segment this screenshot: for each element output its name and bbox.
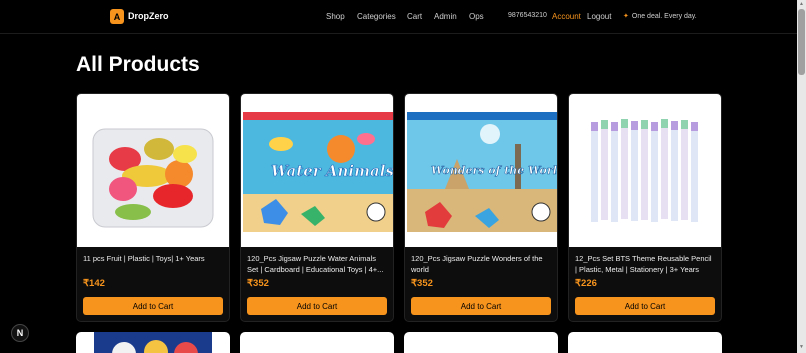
product-card[interactable]: Wonders of the World 120_Pcs Jigsaw Puzz… (404, 93, 558, 322)
nav-admin[interactable]: Admin (434, 12, 457, 21)
deal-tagline: ✦ One deal. Every day. (623, 12, 697, 20)
page-title: All Products (76, 53, 200, 76)
product-card[interactable]: 12_Pcs Set BTS Theme Reusable Pencil | P… (568, 93, 722, 322)
product-image[interactable]: Water Animals (241, 94, 394, 247)
product-name[interactable]: 11 pcs Fruit | Plastic | Toys| 1+ Years (83, 253, 223, 275)
add-to-cart-button[interactable]: Add to Cart (83, 297, 223, 315)
product-price: ₹142 (83, 278, 105, 289)
product-price: ₹226 (575, 278, 597, 289)
image-caption: Wonders of the World (431, 164, 558, 177)
product-image[interactable]: Wonders of the World (405, 94, 558, 247)
top-nav-bar: A DropZero Shop Categories Cart Admin Op… (0, 0, 797, 34)
deal-text: One deal. Every day. (631, 13, 697, 20)
product-card[interactable]: Water Animals 120_Pcs Jigsaw Puzzle Wate… (240, 93, 394, 322)
product-card[interactable]: 11 pcs Fruit | Plastic | Toys| 1+ Years … (76, 93, 230, 322)
scroll-down-arrow-icon[interactable]: ▼ (799, 344, 804, 350)
nextjs-dev-badge[interactable]: N (11, 324, 29, 342)
sparkle-icon: ✦ (623, 13, 629, 20)
logo-letter: A (113, 11, 121, 22)
add-to-cart-button[interactable]: Add to Cart (247, 297, 387, 315)
image-caption: Water Animals (271, 162, 394, 180)
nav-shop[interactable]: Shop (326, 12, 345, 21)
nav-cart[interactable]: Cart (407, 12, 422, 21)
logo-icon[interactable]: A (110, 9, 124, 24)
product-price: ₹352 (247, 278, 269, 289)
product-card[interactable] (76, 332, 230, 353)
product-card[interactable] (404, 332, 558, 353)
product-card[interactable] (240, 332, 394, 353)
product-name[interactable]: 12_Pcs Set BTS Theme Reusable Pencil | P… (575, 253, 715, 275)
user-phone: 9876543210 (508, 12, 547, 19)
logout-link[interactable]: Logout (587, 12, 611, 21)
product-name[interactable]: 120_Pcs Jigsaw Puzzle Wonders of the wor… (411, 253, 551, 275)
product-name[interactable]: 120_Pcs Jigsaw Puzzle Water Animals Set … (247, 253, 387, 275)
product-price: ₹352 (411, 278, 433, 289)
scroll-up-arrow-icon[interactable]: ▲ (799, 1, 804, 7)
nav-categories[interactable]: Categories (357, 12, 396, 21)
product-image[interactable] (569, 94, 721, 247)
product-card[interactable] (568, 332, 722, 353)
brand-name[interactable]: DropZero (128, 11, 169, 21)
add-to-cart-button[interactable]: Add to Cart (411, 297, 551, 315)
product-image[interactable] (77, 94, 229, 247)
account-link[interactable]: Account (552, 12, 581, 21)
add-to-cart-button[interactable]: Add to Cart (575, 297, 715, 315)
nav-ops[interactable]: Ops (469, 12, 484, 21)
scrollbar-thumb[interactable] (798, 9, 805, 75)
